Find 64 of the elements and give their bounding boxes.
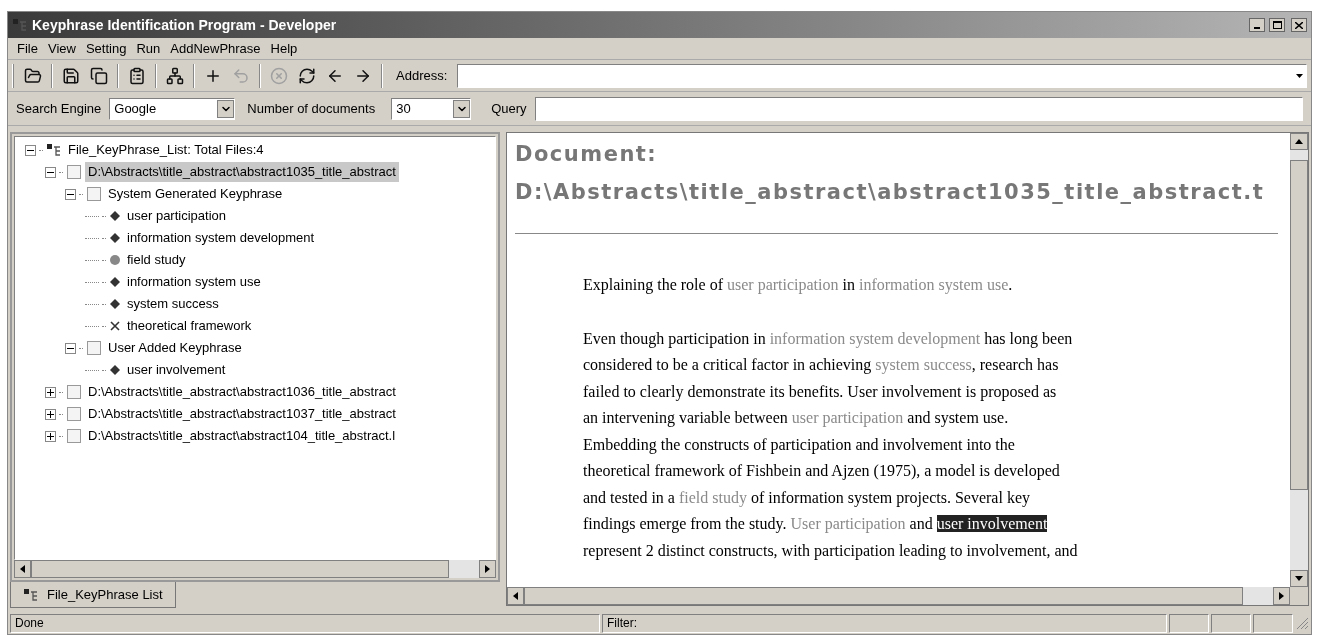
tree-item[interactable]: D:\Abstracts\title_abstract\abstract1036_title_abstract <box>85 382 399 402</box>
query-label: Query <box>491 99 527 118</box>
tree-item[interactable]: File_KeyPhrase_List: Total Files:4 <box>65 140 267 160</box>
scroll-right-icon[interactable] <box>1273 587 1290 605</box>
tree-icon <box>12 18 28 32</box>
diamond-icon <box>109 298 121 310</box>
resize-grip-icon[interactable] <box>1295 616 1309 630</box>
scroll-left-icon[interactable] <box>507 587 524 605</box>
scroll-right-icon[interactable] <box>479 560 496 578</box>
tree-item[interactable]: D:\Abstracts\title_abstract\abstract104_title_abstract.l <box>85 426 399 446</box>
tree-item[interactable]: D:\Abstracts\title_abstract\abstract1037_title_abstract <box>85 404 399 424</box>
menu-item[interactable]: View <box>42 38 81 59</box>
abstract-paragraph: Even though participation in information system development has long been considered to be a critical factor in achieving system success, research has failed to clearly demonstrate its benefits. User involvement is proposed as an intervening variable between user participation and system use. Embedding the constructs of participation and involvement into the theoretical framework of Fishbein and Ajzen (1975), a model is developed and tested in a field study of information system projects. Several key findings emerge from the study. User participation and user involvement represent 2 distinct constructs, with participation leading to involvement, and <box>582 328 1079 562</box>
tree-icon <box>46 143 62 157</box>
scroll-down-icon[interactable] <box>1290 570 1308 587</box>
tree-item[interactable]: User Added Keyphrase <box>105 338 245 358</box>
address-field[interactable] <box>457 63 1307 88</box>
diamond-icon <box>109 276 121 288</box>
address-label: Address: <box>395 66 449 85</box>
tree-item[interactable]: information system use <box>124 272 264 292</box>
filter-status: Filter: <box>602 613 1167 633</box>
document-icon <box>66 428 82 444</box>
search-engine-label: Search Engine <box>16 99 102 118</box>
close-icon[interactable] <box>1295 21 1303 29</box>
scroll-up-icon[interactable] <box>1290 133 1308 150</box>
diamond-icon <box>109 364 121 376</box>
panel-tab[interactable]: File_KeyPhrase List <box>10 582 176 608</box>
minimize-button[interactable] <box>1249 18 1265 32</box>
window-title: Keyphrase Identification Program - Developer <box>32 15 337 35</box>
document-icon <box>66 384 82 400</box>
document-icon <box>86 186 102 202</box>
document-count-dropdown[interactable]: 30 <box>391 97 472 120</box>
status-text: Done <box>10 613 600 633</box>
tree-item[interactable]: user participation <box>124 206 229 226</box>
diamond-icon <box>109 210 121 222</box>
menu-item[interactable]: File <box>12 38 43 59</box>
close-button[interactable] <box>1291 18 1307 32</box>
menu-item[interactable]: AddNewPhrase <box>165 38 266 59</box>
document-count-label: Number of documents <box>247 99 376 118</box>
tree-item[interactable]: System Generated Keyphrase <box>105 184 286 204</box>
tree-icon <box>23 587 39 602</box>
abstract-paragraph: Explaining the role of user participation in information system use. <box>582 275 1014 296</box>
search-engine-dropdown[interactable]: Google <box>109 97 236 120</box>
vertical-scrollbar[interactable] <box>1290 133 1308 587</box>
cross-icon <box>109 320 121 332</box>
scroll-left-icon[interactable] <box>14 560 31 578</box>
menu-item[interactable]: Run <box>131 38 166 59</box>
tree-item[interactable]: D:\Abstracts\title_abstract\abstract1035_title_abstract <box>85 162 399 182</box>
document-heading: D:\Abstracts\title_abstract\abstract1035_title_abstract.t <box>515 179 1266 206</box>
diamond-icon <box>109 232 121 244</box>
document-heading: Document: <box>515 141 659 168</box>
tree-item[interactable]: field study <box>124 250 189 270</box>
document-icon <box>86 340 102 356</box>
document-icon <box>66 406 82 422</box>
menu-item[interactable]: Setting <box>80 38 132 59</box>
tree-item[interactable]: user involvement <box>124 360 229 380</box>
tree-item[interactable]: system success <box>124 294 222 314</box>
scrollbar-thumb[interactable] <box>1290 160 1308 490</box>
document-icon <box>66 164 82 180</box>
menu-item[interactable]: Help <box>265 38 303 59</box>
circle-icon <box>109 254 121 266</box>
tree-item[interactable]: information system development <box>124 228 318 248</box>
query-field[interactable] <box>534 96 1303 121</box>
tree-item[interactable]: theoretical framework <box>124 316 255 336</box>
